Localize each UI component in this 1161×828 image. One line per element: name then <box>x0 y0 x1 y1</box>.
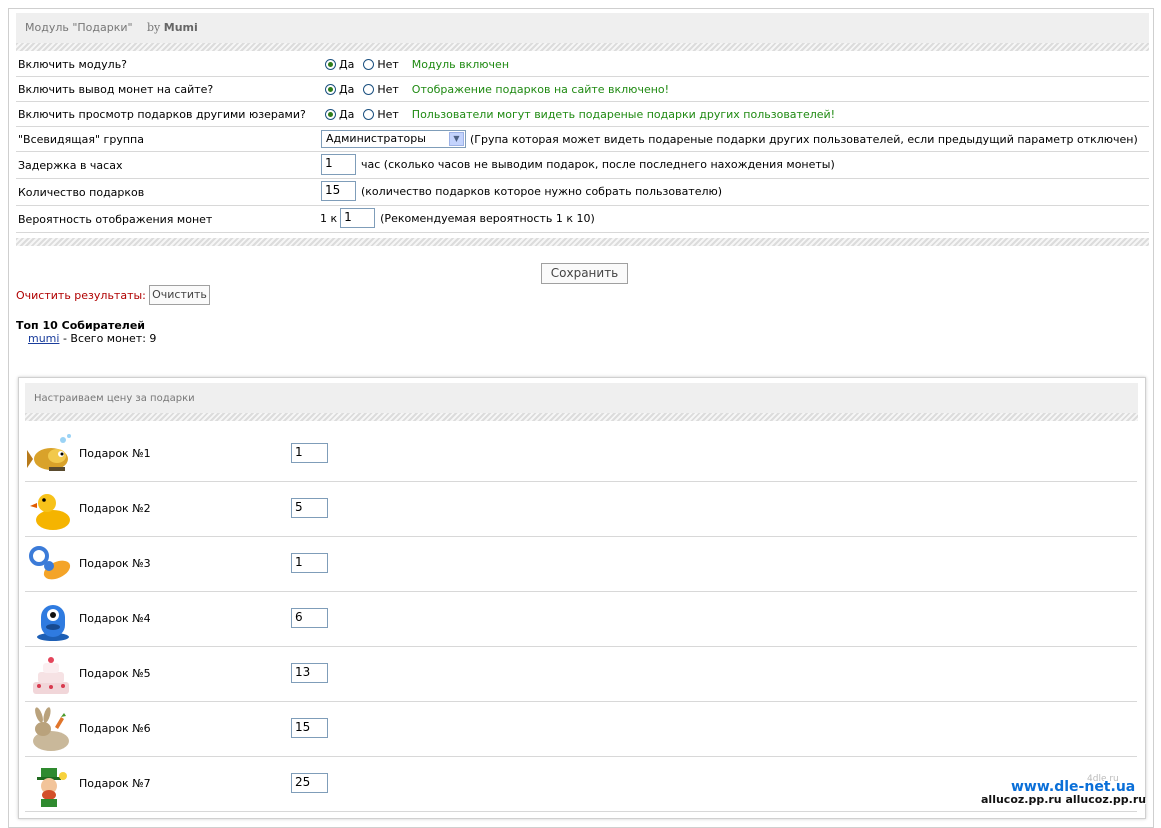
collector-entry: mumi - Всего монет: 9 <box>28 332 156 345</box>
radio-no[interactable] <box>363 59 375 70</box>
module-title: Модуль "Подарки" <box>25 21 133 34</box>
gift-price-input[interactable]: 25 <box>291 773 328 793</box>
setting-row-enable-module: Включить модуль? Да Нет Модуль включен <box>16 54 1149 77</box>
hint-text: час (сколько часов не выводим подарок, п… <box>361 158 835 171</box>
gift-price-input[interactable]: 1 <box>291 553 328 573</box>
hint-text: (Рекомендуемая вероятность 1 к 10) <box>380 211 595 225</box>
radio-yes[interactable] <box>325 59 336 70</box>
setting-label: Количество подарков <box>18 186 145 199</box>
status-text: Пользователи могут видеть подареные пода… <box>411 108 836 121</box>
gift-row: Подарок №4 6 <box>25 591 1137 647</box>
group-select[interactable]: Администраторы ▼ <box>321 130 466 148</box>
setting-row-show-coins: Включить вывод монет на сайте? Да Нет От… <box>16 77 1149 102</box>
fish-icon <box>27 434 71 471</box>
setting-row-probability: Вероятность отображения монет 1 к 1 (Рек… <box>16 206 1149 233</box>
setting-label: Включить просмотр подарков другими юзера… <box>18 108 306 121</box>
gift-price-input[interactable]: 1 <box>291 443 328 463</box>
top-collectors-title: Топ 10 Собирателей <box>16 319 146 332</box>
setting-row-group: "Всевидящая" группа Администраторы ▼ (Гру… <box>16 127 1149 152</box>
setting-row-delay: Задержка в часах 1 час (сколько часов не… <box>16 152 1149 179</box>
probability-prefix: 1 к <box>320 211 338 225</box>
collector-coins: - Всего монет: 9 <box>62 332 157 345</box>
gift-name: Подарок №1 <box>79 447 151 460</box>
radio-yes[interactable] <box>325 84 336 95</box>
save-button[interactable]: Сохранить <box>541 263 628 284</box>
mirror-watermark: allucoz.pp.ru allucoz.pp.ru <box>981 793 1147 806</box>
setting-row-view-others: Включить просмотр подарков другими юзера… <box>16 102 1149 127</box>
gift-name: Подарок №7 <box>79 777 151 790</box>
gift-row: Подарок №6 15 <box>25 701 1137 757</box>
collector-user-link[interactable]: mumi <box>28 332 59 345</box>
gift-count-input[interactable]: 15 <box>321 181 356 201</box>
blue-monster-icon <box>37 605 69 641</box>
pacifier-icon <box>29 546 71 580</box>
rabbit-icon <box>33 707 69 751</box>
gift-row: Подарок №5 13 <box>25 646 1137 702</box>
clear-results-label: Очистить результаты: <box>16 289 146 302</box>
setting-label: Вероятность отображения монет <box>18 213 213 226</box>
setting-label: Задержка в часах <box>18 159 123 172</box>
status-text: Модуль включен <box>411 58 510 71</box>
prices-divider <box>25 413 1138 421</box>
chevron-down-icon: ▼ <box>449 132 464 146</box>
gift-name: Подарок №3 <box>79 557 151 570</box>
probability-input[interactable]: 1 <box>340 208 376 228</box>
prices-title: Настраиваем цену за подарки <box>34 393 195 404</box>
radio-no[interactable] <box>363 84 375 95</box>
status-text: Отображение подарков на сайте включено! <box>411 83 670 96</box>
hint-text: (Група которая может видеть подареные по… <box>470 132 1138 146</box>
clear-button[interactable]: Очистить <box>149 285 210 305</box>
gift-name: Подарок №6 <box>79 722 151 735</box>
gift-name: Подарок №4 <box>79 612 151 625</box>
duck-icon <box>30 494 70 530</box>
gift-name: Подарок №5 <box>79 667 151 680</box>
delay-input[interactable]: 1 <box>321 154 356 175</box>
gift-price-input[interactable]: 6 <box>291 608 328 628</box>
setting-row-gift-count: Количество подарков 15 (количество подар… <box>16 179 1149 206</box>
gift-price-input[interactable]: 5 <box>291 498 328 518</box>
gift-row: Подарок №1 1 <box>25 426 1137 482</box>
gift-row: Подарок №3 1 <box>25 536 1137 592</box>
gift-row: Подарок №7 25 <box>25 756 1137 812</box>
radio-no[interactable] <box>363 109 375 120</box>
hint-text: (количество подарков которое нужно собра… <box>361 184 723 198</box>
setting-label: "Всевидящая" группа <box>18 133 144 146</box>
cake-icon <box>33 657 69 694</box>
gift-name: Подарок №2 <box>79 502 151 515</box>
gift-price-input[interactable]: 13 <box>291 663 328 683</box>
prices-header: Настраиваем цену за подарки <box>25 383 1138 413</box>
gift-row: Подарок №2 5 <box>25 481 1137 537</box>
gift-price-input[interactable]: 15 <box>291 718 328 738</box>
leprechaun-icon <box>37 768 67 807</box>
radio-yes[interactable] <box>325 109 336 120</box>
settings-divider <box>16 238 1149 246</box>
header-divider <box>16 43 1149 51</box>
setting-label: Включить вывод монет на сайте? <box>18 83 214 96</box>
module-header: Модуль "Подарки" by Mumi <box>16 13 1149 43</box>
setting-label: Включить модуль? <box>18 58 128 71</box>
module-byline: by Mumi <box>147 21 198 34</box>
